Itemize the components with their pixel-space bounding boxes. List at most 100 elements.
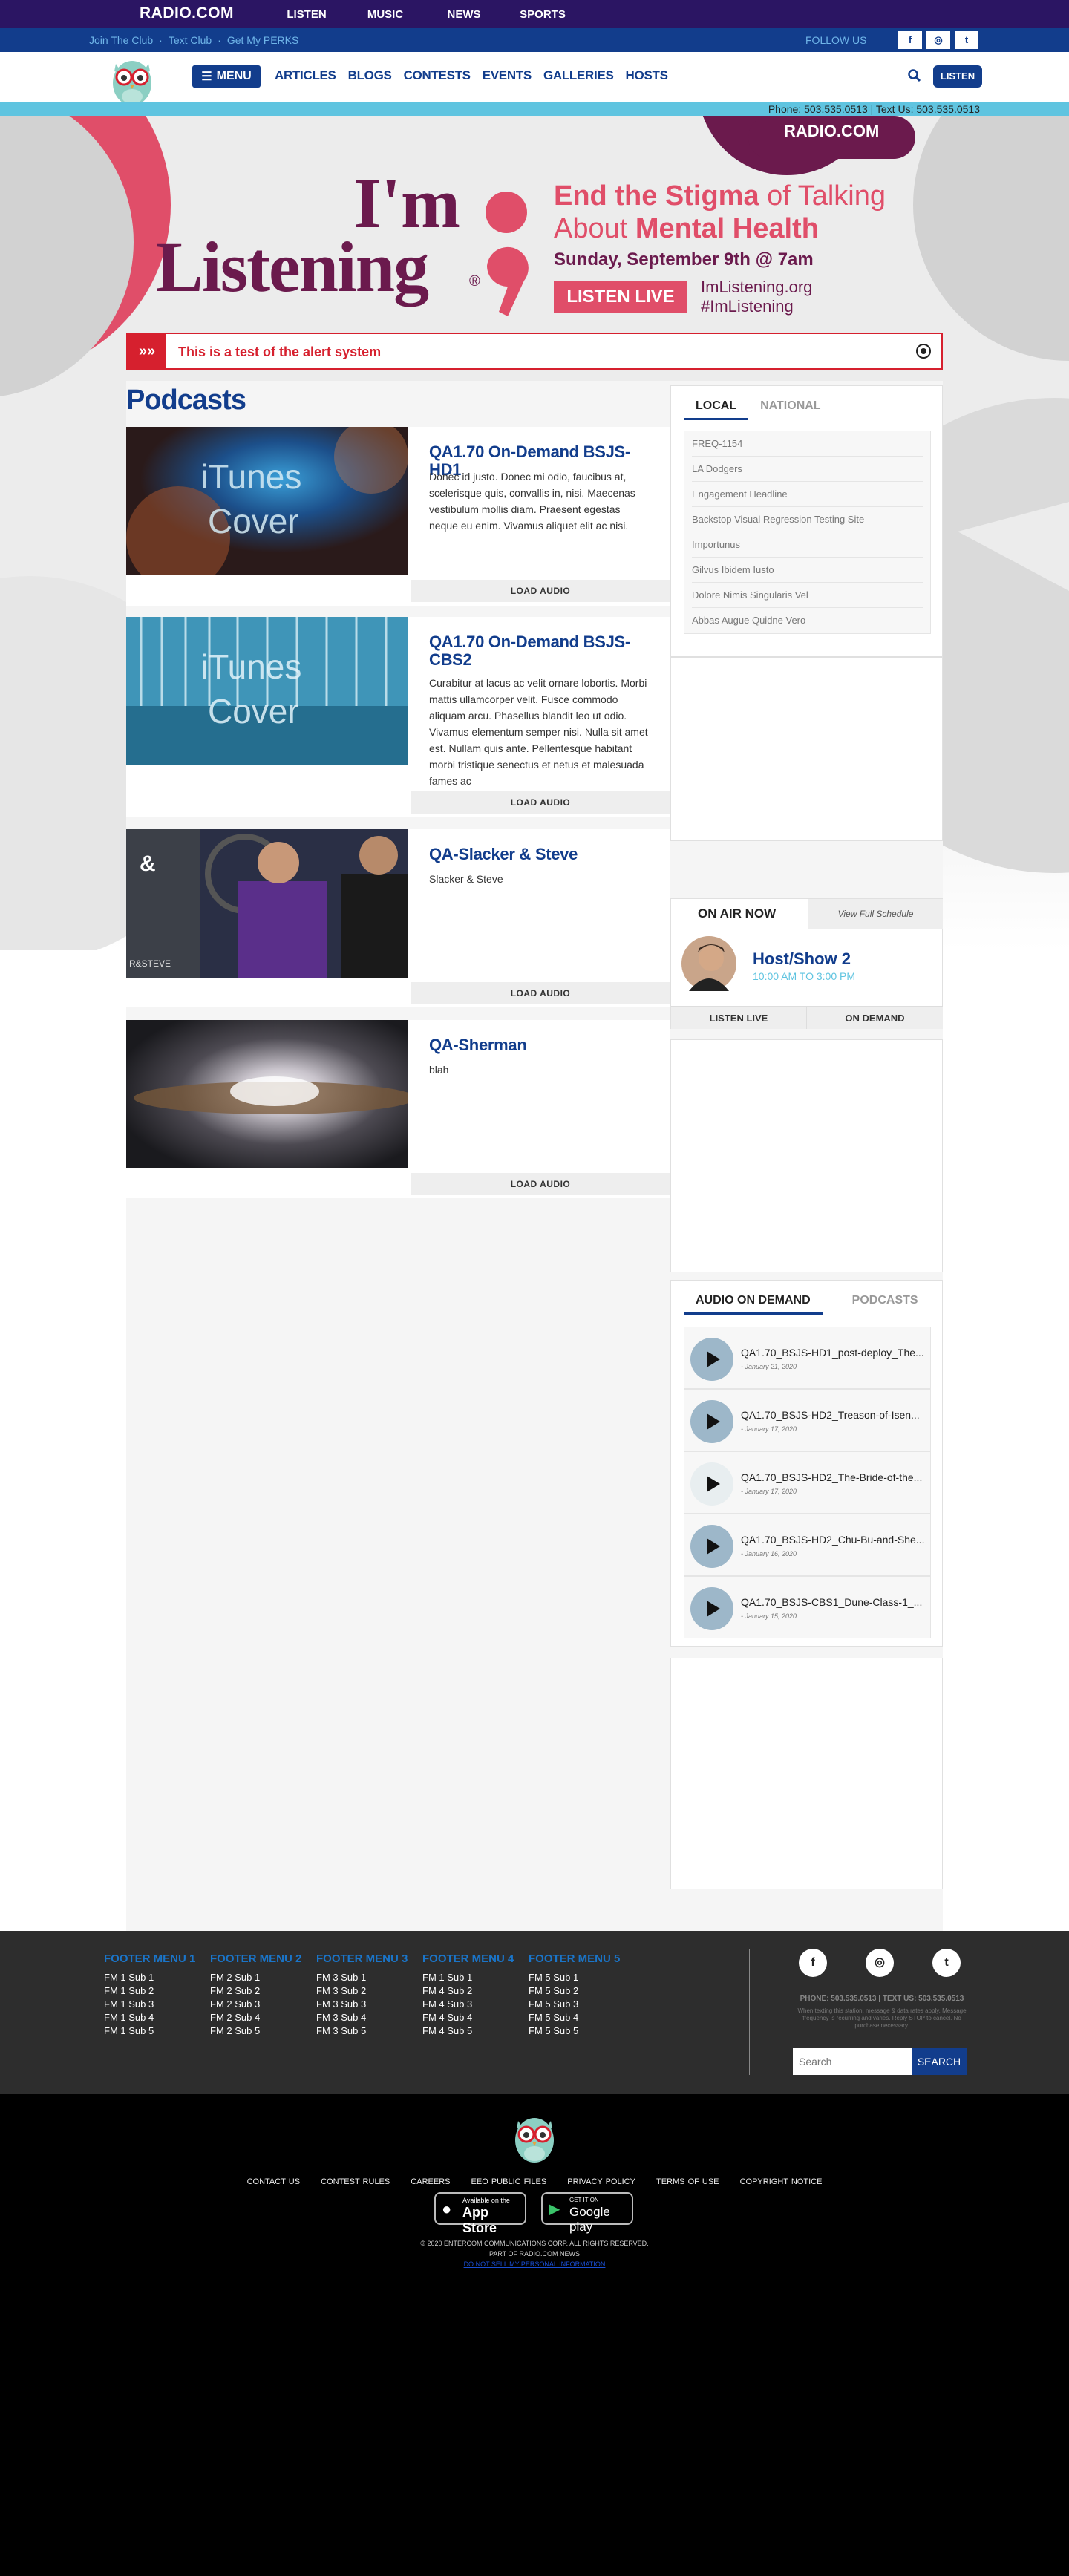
load-audio-button[interactable]: LOAD AUDIO — [411, 1173, 670, 1195]
nav-news[interactable]: NEWS — [425, 8, 503, 21]
eeo-files-link[interactable]: EEO PUBLIC FILES — [471, 2177, 547, 2186]
careers-link[interactable]: CAREERS — [411, 2177, 450, 2186]
footer-link[interactable]: FM 2 Sub 1 — [210, 1971, 301, 1984]
twitter-icon[interactable]: t — [955, 31, 978, 49]
nav-galleries[interactable]: GALLERIES — [543, 68, 614, 83]
twitter-icon[interactable]: t — [932, 1949, 961, 1977]
nav-sports[interactable]: SPORTS — [503, 8, 582, 21]
load-audio-button[interactable]: LOAD AUDIO — [411, 982, 670, 1004]
google-play-button[interactable]: ▶ GET IT ON Google play — [541, 2192, 633, 2234]
instagram-icon[interactable]: ◎ — [926, 31, 950, 49]
footer-link[interactable]: FM 5 Sub 4 — [529, 2011, 620, 2024]
footer-link[interactable]: FM 2 Sub 2 — [210, 1984, 301, 1998]
radio-com-logo[interactable]: RADIO.COM — [140, 4, 234, 22]
play-icon[interactable] — [690, 1400, 733, 1443]
footer-link[interactable]: FM 3 Sub 1 — [316, 1971, 408, 1984]
nav-music[interactable]: MUSIC — [346, 8, 425, 21]
nav-hosts[interactable]: HOSTS — [626, 68, 668, 83]
podcast-name[interactable]: QA-Sherman — [429, 1036, 652, 1054]
contact-us-link[interactable]: CONTACT US — [247, 2177, 301, 2186]
listen-button[interactable]: LISTEN — [933, 65, 982, 88]
footer-link[interactable]: FM 2 Sub 5 — [210, 2024, 301, 2038]
footer-link[interactable]: FM 5 Sub 2 — [529, 1984, 620, 1998]
footer-link[interactable]: FM 1 Sub 2 — [104, 1984, 195, 1998]
nav-contests[interactable]: CONTESTS — [404, 68, 471, 83]
play-icon[interactable] — [690, 1587, 733, 1630]
podcast-name[interactable]: QA1.70 On-Demand BSJS-CBS2 — [429, 633, 652, 669]
footer-menu-title[interactable]: FOOTER MENU 1 — [104, 1952, 195, 1965]
host-avatar[interactable] — [681, 936, 736, 991]
footer-menu-title[interactable]: FOOTER MENU 2 — [210, 1952, 301, 1965]
footer-link[interactable]: FM 1 Sub 1 — [422, 1971, 514, 1984]
search-icon[interactable] — [907, 68, 922, 83]
on-demand-button[interactable]: ON DEMAND — [807, 1006, 943, 1029]
text-club-link[interactable]: Text Club — [169, 34, 212, 46]
footer-link[interactable]: FM 1 Sub 5 — [104, 2024, 195, 2038]
app-store-button[interactable]: ● Available on the App Store — [434, 2192, 526, 2235]
nav-blogs[interactable]: BLOGS — [348, 68, 392, 83]
footer-menu-title[interactable]: FOOTER MENU 5 — [529, 1952, 620, 1965]
footer-link[interactable]: FM 1 Sub 1 — [104, 1971, 195, 1984]
list-item[interactable]: Engagement Headline — [692, 482, 923, 507]
facebook-icon[interactable]: f — [799, 1949, 827, 1977]
footer-link[interactable]: FM 4 Sub 3 — [422, 1998, 514, 2011]
play-icon[interactable] — [690, 1525, 733, 1568]
host-name[interactable]: Host/Show 2 — [753, 949, 851, 969]
privacy-policy-link[interactable]: PRIVACY POLICY — [567, 2177, 635, 2186]
station-owl-logo[interactable] — [108, 52, 156, 108]
list-item[interactable]: LA Dodgers — [692, 457, 923, 482]
tab-podcasts[interactable]: PODCASTS — [840, 1287, 930, 1315]
podcast-cover-image[interactable] — [126, 829, 408, 978]
list-item[interactable]: Backstop Visual Regression Testing Site — [692, 507, 923, 532]
footer-link[interactable]: FM 3 Sub 2 — [316, 1984, 408, 1998]
audio-item[interactable]: QA1.70_BSJS-HD2_The-Bride-of-the... - Ja… — [684, 1451, 931, 1514]
list-item[interactable]: Dolore Nimis Singularis Vel — [692, 583, 923, 608]
do-not-sell-link[interactable]: DO NOT SELL MY PERSONAL INFORMATION — [0, 2260, 1069, 2268]
nav-articles[interactable]: ARTICLES — [275, 68, 336, 83]
list-item[interactable]: Abbas Augue Quidne Vero — [692, 608, 923, 633]
footer-link[interactable]: FM 1 Sub 3 — [104, 1998, 195, 2011]
view-schedule-link[interactable]: View Full Schedule — [808, 899, 943, 929]
list-item[interactable]: FREQ-1154 — [692, 431, 923, 457]
menu-button[interactable]: ☰ MENU — [192, 65, 261, 88]
nav-events[interactable]: EVENTS — [483, 68, 532, 83]
station-thumb-icon[interactable] — [690, 1462, 733, 1506]
footer-link[interactable]: FM 1 Sub 4 — [104, 2011, 195, 2024]
join-club-link[interactable]: Join The Club — [89, 34, 153, 46]
footer-link[interactable]: FM 3 Sub 4 — [316, 2011, 408, 2024]
footer-link[interactable]: FM 4 Sub 2 — [422, 1984, 514, 1998]
footer-link[interactable]: FM 3 Sub 3 — [316, 1998, 408, 2011]
terms-of-use-link[interactable]: TERMS OF USE — [656, 2177, 719, 2186]
close-icon[interactable] — [916, 344, 931, 359]
footer-link[interactable]: FM 4 Sub 5 — [422, 2024, 514, 2038]
listen-live-cta[interactable]: LISTEN LIVE — [554, 281, 687, 313]
footer-link[interactable]: FM 5 Sub 1 — [529, 1971, 620, 1984]
footer-link[interactable]: FM 4 Sub 4 — [422, 2011, 514, 2024]
facebook-icon[interactable]: f — [898, 31, 922, 49]
station-owl-logo[interactable] — [511, 2109, 558, 2165]
list-item[interactable]: Gilvus Ibidem Iusto — [692, 558, 923, 583]
copyright-notice-link[interactable]: COPYRIGHT NOTICE — [740, 2177, 823, 2186]
footer-menu-title[interactable]: FOOTER MENU 3 — [316, 1952, 408, 1965]
perks-link[interactable]: Get My PERKS — [227, 34, 298, 46]
footer-link[interactable]: FM 2 Sub 4 — [210, 2011, 301, 2024]
audio-item[interactable]: QA1.70_BSJS-HD2_Chu-Bu-and-She... - Janu… — [684, 1514, 931, 1576]
audio-item[interactable]: QA1.70_BSJS-HD2_Treason-of-Isen... - Jan… — [684, 1389, 931, 1451]
list-item[interactable]: Importunus — [692, 532, 923, 558]
contest-rules-link[interactable]: CONTEST RULES — [321, 2177, 390, 2186]
tab-national[interactable]: NATIONAL — [748, 392, 832, 420]
instagram-icon[interactable]: ◎ — [866, 1949, 894, 1977]
load-audio-button[interactable]: LOAD AUDIO — [411, 791, 670, 814]
podcast-cover-image[interactable] — [126, 1020, 408, 1168]
tab-local[interactable]: LOCAL — [684, 392, 749, 420]
footer-search-input[interactable] — [793, 2048, 912, 2075]
footer-link[interactable]: FM 3 Sub 5 — [316, 2024, 408, 2038]
nav-listen[interactable]: LISTEN — [267, 8, 346, 21]
audio-item[interactable]: QA1.70_BSJS-CBS1_Dune-Class-1_... - Janu… — [684, 1576, 931, 1638]
load-audio-button[interactable]: LOAD AUDIO — [411, 580, 670, 602]
play-icon[interactable] — [690, 1338, 733, 1381]
audio-item[interactable]: QA1.70_BSJS-HD1_post-deploy_The... - Jan… — [684, 1327, 931, 1389]
im-listening-banner[interactable]: RADIO.COM I'm Listening ® End the Stigma… — [126, 116, 943, 324]
banner-site[interactable]: ImListening.org — [701, 278, 812, 297]
footer-link[interactable]: FM 5 Sub 3 — [529, 1998, 620, 2011]
